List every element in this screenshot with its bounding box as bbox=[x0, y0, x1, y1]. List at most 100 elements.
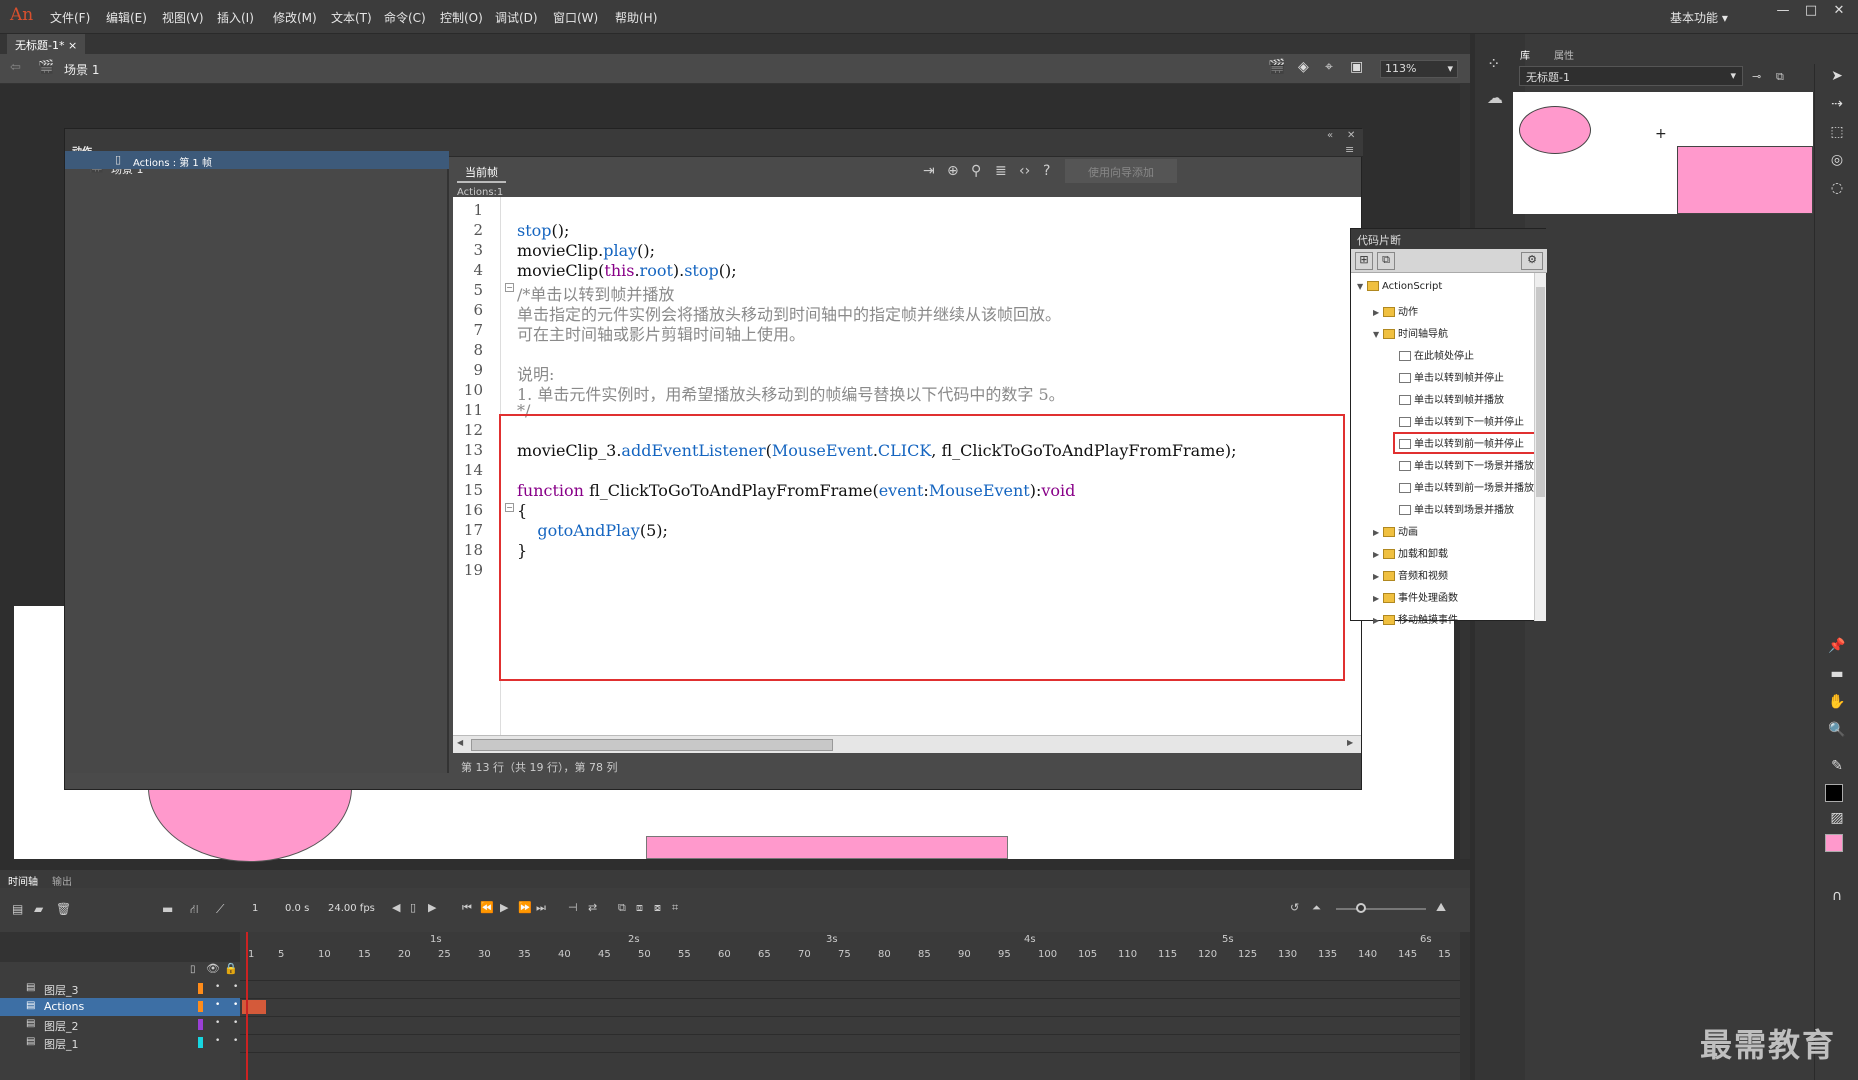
find-icon[interactable]: ⚲ bbox=[971, 163, 981, 179]
snippet-tree-item[interactable]: 单击以转到帧并停止 bbox=[1389, 369, 1504, 384]
next-frame-icon[interactable]: ⏩ bbox=[518, 901, 532, 914]
lock-dot[interactable]: • bbox=[233, 982, 238, 992]
step-forward-icon[interactable]: ▶ bbox=[428, 901, 436, 914]
layer-row[interactable]: ▤ 图层_1 • • bbox=[0, 1034, 240, 1052]
frame-zoom-handle[interactable] bbox=[1356, 903, 1366, 913]
maximize-button[interactable]: □ bbox=[1798, 3, 1824, 23]
menu-item[interactable]: 编辑(E) bbox=[106, 9, 147, 26]
snippet-tree-item[interactable]: 在此帧处停止 bbox=[1389, 347, 1474, 362]
center-stage-icon[interactable]: ⌖ bbox=[1325, 59, 1333, 75]
zoom-in-icon[interactable]: ⛰ bbox=[1436, 900, 1446, 915]
go-last-icon[interactable]: ⏭ bbox=[536, 901, 546, 915]
snippet-tree-item[interactable]: 单击以转到下一帧并停止 bbox=[1389, 413, 1524, 428]
creative-cloud-icon[interactable]: ☁ bbox=[1487, 88, 1503, 107]
stroke-color-icon[interactable]: ✎ bbox=[1827, 758, 1847, 778]
pin-script-icon[interactable]: ⇥ bbox=[923, 163, 935, 179]
menu-item[interactable]: 命令(C) bbox=[384, 9, 426, 26]
layer-row[interactable]: ▤ 图层_3 • • bbox=[0, 980, 240, 998]
frame-ruler[interactable]: 1s 2s 3s 4s 5s 6s 1 5 10 15 20 25 30 35 40 45 50 55 60 65 70… bbox=[240, 932, 1460, 962]
close-panel-icon[interactable]: ✕ bbox=[1347, 130, 1355, 141]
visibility-dot[interactable]: • bbox=[215, 982, 220, 992]
menu-item[interactable]: 帮助(H) bbox=[615, 9, 657, 26]
hscroll-thumb[interactable] bbox=[471, 739, 833, 751]
lock-dot[interactable]: • bbox=[233, 1000, 238, 1010]
insert-target-icon[interactable]: ⊕ bbox=[947, 163, 959, 179]
copy-to-clipboard-icon[interactable]: ⧉ bbox=[1377, 252, 1395, 270]
tree-arrow-icon[interactable]: ▶ bbox=[1373, 308, 1383, 317]
menu-item[interactable]: 插入(I) bbox=[217, 9, 254, 26]
tree-arrow-icon[interactable]: ▶ bbox=[1373, 550, 1383, 559]
camera-tool-icon[interactable]: ▬ bbox=[1827, 666, 1847, 686]
onion-skin-icon[interactable]: ⧉ bbox=[618, 901, 626, 915]
help-icon[interactable]: ? bbox=[1043, 163, 1050, 179]
snippet-tree-item[interactable]: ▶ 加载和卸载 bbox=[1373, 545, 1448, 560]
tree-item-actions-frame[interactable]: ▯ Actions : 第 1 帧 bbox=[65, 151, 449, 169]
snippet-tree-item[interactable]: ▶ 移动触摸事件 bbox=[1373, 611, 1458, 626]
edit-symbol-icon[interactable]: ◈ bbox=[1298, 59, 1309, 75]
free-transform-tool-icon[interactable]: ⬚ bbox=[1827, 124, 1847, 144]
loop-icon[interactable]: ↺ bbox=[1290, 901, 1299, 914]
edit-scene-icon[interactable]: 🎬 bbox=[1268, 59, 1285, 75]
snippet-tree-item[interactable]: ▼ 时间轴导航 bbox=[1373, 325, 1448, 340]
visibility-dot[interactable]: • bbox=[215, 1000, 220, 1010]
visibility-dot[interactable]: • bbox=[215, 1018, 220, 1028]
snippet-tree-item[interactable]: ▶ 动画 bbox=[1373, 523, 1418, 538]
subselection-tool-icon[interactable]: ⇢ bbox=[1827, 96, 1847, 116]
snippet-tree-item[interactable]: ▶ 事件处理函数 bbox=[1373, 589, 1458, 604]
tab-library[interactable]: 库 bbox=[1520, 47, 1530, 62]
snippet-tree-item[interactable]: 单击以转到前一场景并播放 bbox=[1389, 479, 1534, 494]
layer-row[interactable]: ▤ 图层_2 • • bbox=[0, 1016, 240, 1034]
layer-color-swatch[interactable] bbox=[198, 1037, 203, 1048]
snippet-tree-item[interactable]: ▶ 动作 bbox=[1373, 303, 1418, 318]
play-icon[interactable]: ▶ bbox=[500, 901, 508, 914]
panel-menu-icon[interactable]: ≡ bbox=[1345, 143, 1354, 156]
insert-frame-icon[interactable]: ⊣ bbox=[568, 901, 578, 914]
new-folder-icon[interactable]: ▰ bbox=[34, 902, 43, 916]
snippet-tree-item[interactable]: ▶ 音频和视频 bbox=[1373, 567, 1448, 582]
close-window-button[interactable]: ✕ bbox=[1826, 3, 1852, 23]
pink-rectangle-shape[interactable] bbox=[646, 836, 1008, 859]
frame-zoom-slider[interactable] bbox=[1336, 908, 1426, 910]
frame-rate[interactable]: 24.00 fps bbox=[328, 903, 375, 914]
hand-tool-icon[interactable]: ✋ bbox=[1827, 694, 1847, 714]
layer-color-swatch[interactable] bbox=[198, 983, 203, 994]
current-time[interactable]: 0.0 s bbox=[285, 903, 309, 914]
layer-depth-icon[interactable]: ⟋ bbox=[216, 902, 224, 917]
format-code-icon[interactable]: ≣ bbox=[995, 163, 1007, 179]
scroll-right-icon[interactable]: ▶ bbox=[1347, 738, 1353, 747]
close-tab-icon[interactable]: × bbox=[68, 39, 77, 52]
zoom-select[interactable]: 113% ▾ bbox=[1380, 60, 1458, 78]
layer-row[interactable]: ▤ Actions • • bbox=[0, 998, 240, 1016]
tab-properties[interactable]: 属性 bbox=[1554, 47, 1574, 62]
lasso-tool-icon[interactable]: ◌ bbox=[1827, 180, 1847, 200]
document-tab[interactable]: 无标题-1* × bbox=[7, 34, 86, 54]
minimize-button[interactable]: — bbox=[1770, 3, 1796, 23]
new-library-panel-icon[interactable]: ⧉ bbox=[1776, 70, 1784, 84]
collapse-icon[interactable]: « bbox=[1327, 130, 1333, 141]
tree-arrow-icon[interactable]: ▼ bbox=[1357, 282, 1367, 291]
snippet-tree-item[interactable]: ▼ ActionScript bbox=[1357, 281, 1442, 292]
snippet-tree-item[interactable]: 单击以转到场景并播放 bbox=[1389, 501, 1514, 516]
snippet-tree-item[interactable]: 单击以转到帧并播放 bbox=[1389, 391, 1504, 406]
tab-timeline[interactable]: 时间轴 bbox=[8, 873, 38, 888]
insert-keyframe-icon[interactable]: ⇄ bbox=[588, 901, 597, 914]
stroke-color-swatch[interactable] bbox=[1825, 784, 1843, 802]
menu-item[interactable]: 调试(D) bbox=[495, 9, 538, 26]
pin-tool-icon[interactable]: 📌 bbox=[1827, 638, 1847, 658]
3d-rotation-tool-icon[interactable]: ◎ bbox=[1827, 152, 1847, 172]
selection-tool-icon[interactable]: ➤ bbox=[1827, 68, 1847, 88]
tab-current-frame[interactable]: 当前帧 bbox=[457, 161, 506, 183]
wizard-add-button[interactable]: 使用向导添加 bbox=[1065, 159, 1177, 183]
back-arrow-icon[interactable]: ⇦ bbox=[10, 60, 21, 75]
visibility-dot[interactable]: • bbox=[215, 1036, 220, 1046]
go-first-icon[interactable]: ⏮ bbox=[462, 901, 472, 915]
new-layer-icon[interactable]: ▤ bbox=[12, 902, 23, 916]
snippets-vscrollbar[interactable] bbox=[1534, 273, 1546, 621]
onion-outline-icon[interactable]: ⧈ bbox=[636, 901, 643, 915]
color-panel-icon[interactable]: ⁘ bbox=[1487, 54, 1500, 73]
show-hide-all-icon[interactable]: 👁 bbox=[206, 962, 220, 975]
fill-color-icon[interactable]: ▨ bbox=[1827, 810, 1847, 830]
menu-item[interactable]: 修改(M) bbox=[273, 9, 317, 26]
lock-dot[interactable]: • bbox=[233, 1036, 238, 1046]
menu-item[interactable]: 文件(F) bbox=[50, 9, 90, 26]
